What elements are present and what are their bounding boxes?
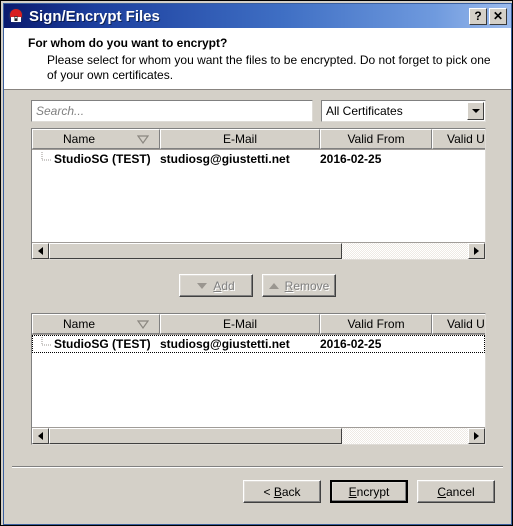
tree-branch-icon <box>38 335 54 353</box>
column-header-email[interactable]: E-Mail <box>160 129 320 149</box>
window-inner-frame: Sign/Encrypt Files ? ✕ For whom do you w… <box>3 3 512 525</box>
chevron-down-icon[interactable] <box>467 102 484 120</box>
app-icon <box>8 8 24 24</box>
scroll-thumb[interactable] <box>49 243 343 259</box>
selected-list-rows: StudioSG (TEST) studiosg@giustetti.net 2… <box>32 335 485 353</box>
search-input[interactable]: Search... <box>31 100 313 122</box>
column-header-name[interactable]: Name <box>32 314 160 334</box>
back-button-label: < Back <box>263 484 301 499</box>
column-header-valid-from[interactable]: Valid From <box>320 314 432 334</box>
selected-certificates-list[interactable]: Name E-Mail Valid From Valid Unt <box>31 313 486 445</box>
cell-valid-from: 2016-02-25 <box>320 152 382 166</box>
window-title: Sign/Encrypt Files <box>29 7 160 25</box>
window-controls: ? ✕ <box>469 7 507 25</box>
selected-list-header: Name E-Mail Valid From Valid Unt <box>32 314 485 335</box>
banner-heading: For whom do you want to encrypt? <box>28 36 228 50</box>
cancel-button[interactable]: Cancel <box>417 480 495 503</box>
scroll-thumb[interactable] <box>49 428 343 444</box>
cell-email: studiosg@giustetti.net <box>160 152 290 166</box>
search-filter-row: Search... All Certificates <box>31 100 486 122</box>
transfer-buttons: Add Remove <box>4 274 511 297</box>
encrypt-button[interactable]: Encrypt <box>330 480 408 503</box>
available-list-hscrollbar[interactable] <box>32 242 485 259</box>
help-button[interactable]: ? <box>469 7 487 25</box>
close-button[interactable]: ✕ <box>489 7 507 25</box>
encrypt-button-label: Encrypt <box>348 484 390 499</box>
footer-buttons: < Back Encrypt Cancel <box>243 480 495 503</box>
cell-email: studiosg@giustetti.net <box>160 337 290 351</box>
back-button[interactable]: < Back <box>243 480 321 503</box>
certificate-filter-value: All Certificates <box>326 104 403 118</box>
table-row[interactable]: StudioSG (TEST) studiosg@giustetti.net 2… <box>32 150 485 168</box>
sort-descending-icon <box>137 134 149 144</box>
add-button[interactable]: Add <box>179 274 253 297</box>
triangle-down-icon <box>197 282 208 289</box>
scroll-left-button[interactable] <box>32 243 49 259</box>
column-header-valid-from[interactable]: Valid From <box>320 129 432 149</box>
scroll-right-button[interactable] <box>468 428 485 444</box>
selected-list-hscrollbar[interactable] <box>32 427 485 444</box>
dialog-body: Search... All Certificates Name E-Mail V… <box>4 91 511 524</box>
scroll-right-button[interactable] <box>468 243 485 259</box>
banner-description: Please select for whom you want the file… <box>47 53 491 82</box>
column-header-valid-until[interactable]: Valid Unt <box>432 129 485 149</box>
table-row[interactable]: StudioSG (TEST) studiosg@giustetti.net 2… <box>32 335 485 353</box>
cancel-button-label: Cancel <box>437 484 475 499</box>
scroll-track[interactable] <box>49 243 468 259</box>
search-placeholder: Search... <box>36 104 85 118</box>
cell-valid-from: 2016-02-25 <box>320 337 382 351</box>
sign-encrypt-files-dialog: Sign/Encrypt Files ? ✕ For whom do you w… <box>0 0 513 526</box>
remove-button-label: Remove <box>284 278 330 293</box>
remove-button[interactable]: Remove <box>262 274 336 297</box>
available-certificates-list[interactable]: Name E-Mail Valid From Valid Unt <box>31 128 486 260</box>
add-button-label: Add <box>213 278 235 293</box>
available-list-header: Name E-Mail Valid From Valid Unt <box>32 129 485 150</box>
header-banner: For whom do you want to encrypt? Please … <box>4 28 511 90</box>
available-list-rows: StudioSG (TEST) studiosg@giustetti.net 2… <box>32 150 485 168</box>
column-header-valid-until[interactable]: Valid Unt <box>432 314 485 334</box>
cell-name: StudioSG (TEST) <box>54 152 151 166</box>
column-header-name-label: Name <box>63 132 96 146</box>
scroll-track[interactable] <box>49 428 468 444</box>
certificate-filter-select[interactable]: All Certificates <box>321 100 486 122</box>
scroll-left-button[interactable] <box>32 428 49 444</box>
tree-branch-icon <box>38 150 54 168</box>
triangle-up-icon <box>268 282 279 289</box>
column-header-name[interactable]: Name <box>32 129 160 149</box>
cell-name: StudioSG (TEST) <box>54 337 151 351</box>
title-bar[interactable]: Sign/Encrypt Files ? ✕ <box>4 4 511 28</box>
column-header-name-label: Name <box>63 317 96 331</box>
sort-descending-icon <box>137 319 149 329</box>
footer-separator <box>12 466 503 468</box>
column-header-email[interactable]: E-Mail <box>160 314 320 334</box>
